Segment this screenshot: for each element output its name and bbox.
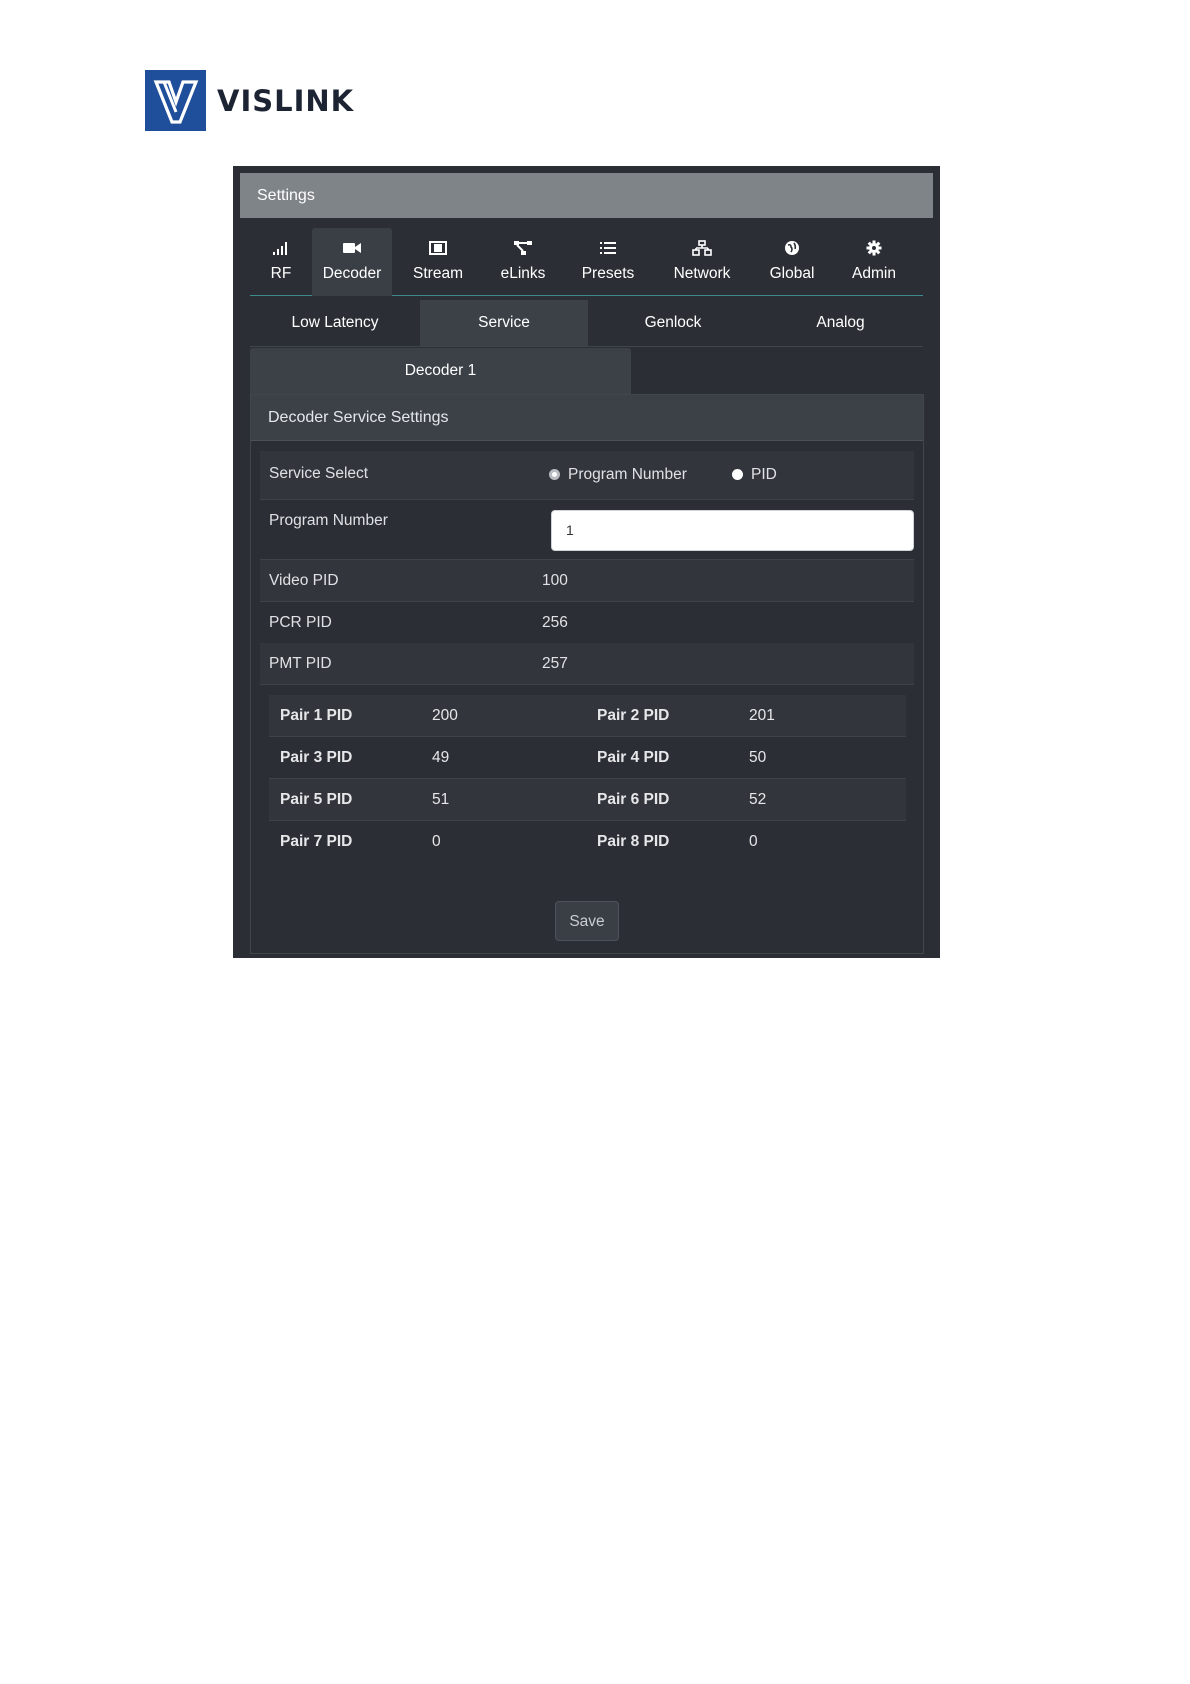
pair-1-label: Pair 1 PID (280, 707, 353, 724)
vislink-logo-text: VISLINK (217, 83, 355, 118)
radio-program-number[interactable]: Program Number (549, 466, 687, 484)
pair-4-value: 50 (749, 749, 767, 766)
tab-elinks[interactable]: eLinks (484, 228, 562, 296)
radio-pid-label: PID (751, 466, 777, 483)
tab-decoder[interactable]: Decoder (312, 228, 392, 296)
pair-row: Pair 3 PID 49 Pair 4 PID 50 (269, 737, 906, 779)
video-pid-row: Video PID 100 (260, 560, 914, 602)
pcr-pid-label: PCR PID (269, 614, 332, 631)
save-button[interactable]: Save (555, 901, 619, 941)
window-title: Settings (240, 173, 933, 218)
tab-admin[interactable]: Admin (834, 228, 914, 296)
tab-network[interactable]: Network (654, 228, 750, 296)
gear-icon (834, 240, 914, 262)
radio-pid-indicator[interactable] (732, 469, 743, 480)
tab-label: Network (673, 265, 731, 282)
settings-window: Settings RF Decoder Stream eLinks Preset… (233, 166, 940, 958)
pair-7-value: 0 (432, 833, 441, 850)
pcr-pid-value: 256 (542, 614, 568, 631)
sitemap-icon (484, 240, 562, 262)
tab-label: Stream (413, 265, 463, 282)
subtab-service[interactable]: Service (420, 300, 588, 346)
subtab-analog[interactable]: Analog (758, 300, 923, 346)
tab-label: Admin (852, 265, 896, 282)
tab-stream[interactable]: Stream (392, 228, 484, 296)
pair-8-label: Pair 8 PID (597, 833, 670, 850)
pair-8-value: 0 (749, 833, 758, 850)
pair-6-label: Pair 6 PID (597, 791, 670, 808)
tab-label: Presets (581, 265, 635, 282)
pair-row: Pair 1 PID 200 Pair 2 PID 201 (269, 695, 906, 737)
program-number-input[interactable]: 1 (551, 510, 914, 551)
pair-6-value: 52 (749, 791, 767, 808)
signal-icon (250, 240, 312, 262)
service-select-row: Service Select Program Number PID (260, 451, 914, 500)
tab-label: RF (270, 265, 292, 282)
panel-title: Decoder Service Settings (251, 395, 923, 441)
radio-program-number-label: Program Number (568, 466, 687, 483)
pair-7-label: Pair 7 PID (280, 833, 353, 850)
vislink-logo-mark (145, 70, 206, 131)
decoder-service-panel: Decoder Service Settings Service Select … (250, 394, 924, 954)
tab-global[interactable]: Global (750, 228, 834, 296)
pair-3-label: Pair 3 PID (280, 749, 353, 766)
tab-label: Decoder (322, 265, 382, 282)
pmt-pid-value: 257 (542, 655, 568, 672)
sub-tab-bar: Low Latency Service Genlock Analog (250, 300, 923, 347)
video-pid-label: Video PID (269, 572, 339, 589)
pair-3-value: 49 (432, 749, 450, 766)
pmt-pid-label: PMT PID (269, 655, 332, 672)
pair-2-label: Pair 2 PID (597, 707, 670, 724)
tab-decoder-1[interactable]: Decoder 1 (250, 348, 631, 394)
network-icon (654, 240, 750, 262)
pair-4-label: Pair 4 PID (597, 749, 670, 766)
tab-label: Global (769, 265, 815, 282)
radio-pid[interactable]: PID (732, 466, 777, 484)
program-number-label: Program Number (269, 512, 388, 529)
radio-program-number-indicator[interactable] (549, 469, 560, 480)
pair-5-value: 51 (432, 791, 450, 808)
service-select-label: Service Select (269, 465, 369, 482)
video-pid-value: 100 (542, 572, 568, 589)
pair-1-value: 200 (432, 707, 458, 724)
film-icon (392, 240, 484, 262)
subtab-genlock[interactable]: Genlock (588, 300, 758, 346)
vislink-logo: VISLINK (145, 70, 354, 131)
pmt-pid-row: PMT PID 257 (260, 643, 914, 685)
program-number-row: Program Number 1 (260, 500, 914, 560)
pair-5-label: Pair 5 PID (280, 791, 353, 808)
video-camera-icon (312, 240, 392, 262)
pair-2-value: 201 (749, 707, 775, 724)
tab-presets[interactable]: Presets (562, 228, 654, 296)
pair-row: Pair 7 PID 0 Pair 8 PID 0 (269, 821, 906, 863)
tab-rf[interactable]: RF (250, 228, 312, 296)
globe-icon (750, 240, 834, 262)
pcr-pid-row: PCR PID 256 (260, 602, 914, 643)
main-tab-bar: RF Decoder Stream eLinks Presets Network… (250, 228, 923, 296)
pair-row: Pair 5 PID 51 Pair 6 PID 52 (269, 779, 906, 821)
subtab-low-latency[interactable]: Low Latency (250, 300, 420, 346)
list-icon (562, 240, 654, 262)
tab-label: eLinks (500, 265, 546, 282)
